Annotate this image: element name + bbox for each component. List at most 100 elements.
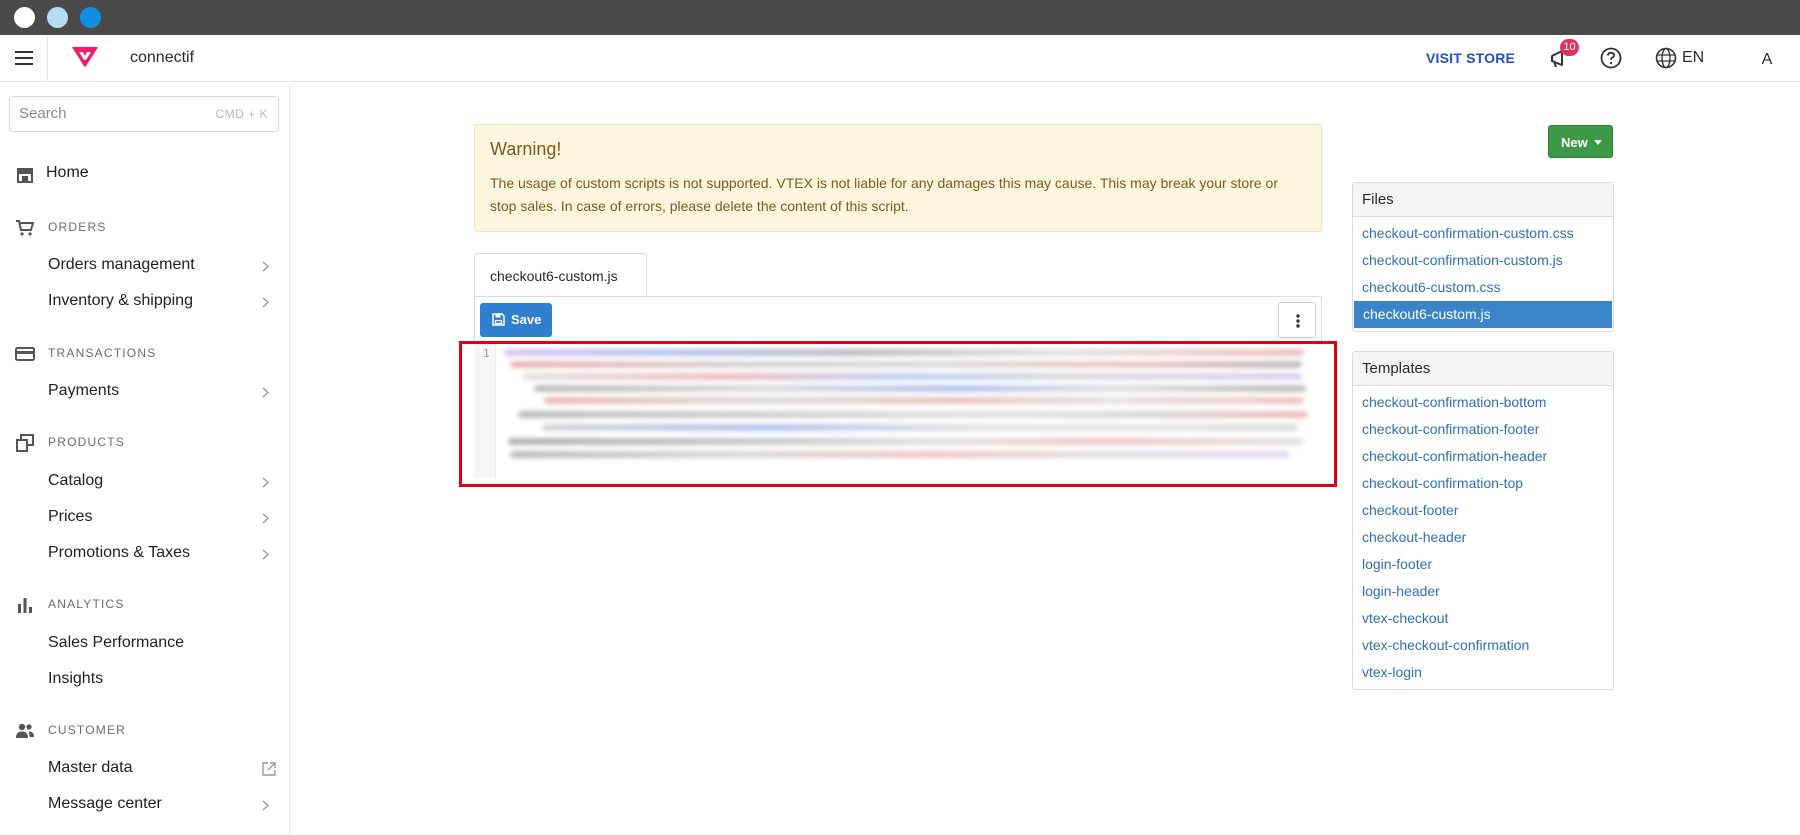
- save-button[interactable]: Save: [480, 303, 552, 337]
- help-icon[interactable]: [1600, 47, 1622, 69]
- new-button-label: New: [1561, 135, 1588, 150]
- file-item[interactable]: checkout6-custom.css: [1353, 274, 1613, 301]
- redacted-code-line: [544, 397, 1304, 404]
- visit-store-link[interactable]: VISIT STORE: [1426, 50, 1515, 66]
- section-label: CUSTOMER: [48, 723, 127, 737]
- templates-list: checkout-confirmation-bottom checkout-co…: [1353, 386, 1613, 689]
- warning-alert: Warning! The usage of custom scripts is …: [474, 124, 1322, 232]
- templates-panel: Templates checkout-confirmation-bottom c…: [1352, 351, 1614, 690]
- sidebar-section-orders: ORDERS: [0, 216, 290, 240]
- template-item[interactable]: checkout-confirmation-top: [1353, 470, 1613, 497]
- sidebar-item-label: Promotions & Taxes: [48, 544, 190, 561]
- template-item[interactable]: checkout-confirmation-footer: [1353, 416, 1613, 443]
- redacted-code-line: [510, 361, 1302, 368]
- template-item[interactable]: vtex-checkout-confirmation: [1353, 632, 1613, 659]
- floppy-disk-icon: [492, 313, 505, 326]
- template-item[interactable]: checkout-header: [1353, 524, 1613, 551]
- sidebar-item-label: Orders management: [48, 256, 195, 273]
- line-number: 1: [483, 347, 490, 360]
- tab-active-file[interactable]: checkout6-custom.js: [474, 253, 647, 297]
- window-title-bar: [0, 0, 1800, 35]
- redacted-code-line: [510, 451, 1290, 458]
- more-options-button[interactable]: [1278, 302, 1316, 338]
- section-label: TRANSACTIONS: [48, 346, 157, 360]
- template-item[interactable]: vtex-login: [1353, 659, 1613, 686]
- search-placeholder: Search: [19, 105, 67, 122]
- sidebar-item-catalog[interactable]: Catalog: [0, 471, 290, 495]
- sidebar-item-label: Sales Performance: [48, 634, 185, 651]
- sidebar-item-payments[interactable]: Payments: [0, 381, 290, 405]
- tab-label: checkout6-custom.js: [490, 268, 618, 284]
- file-item[interactable]: checkout-confirmation-custom.css: [1353, 220, 1613, 247]
- section-label: ANALYTICS: [48, 597, 125, 611]
- window-minimize-dot[interactable]: [47, 7, 68, 28]
- user-avatar[interactable]: A: [1754, 47, 1780, 73]
- store-name: connectif: [130, 49, 195, 66]
- file-item-active[interactable]: checkout6-custom.js: [1354, 301, 1612, 328]
- sidebar-item-label: Inventory & shipping: [48, 292, 193, 309]
- globe-icon[interactable]: [1655, 47, 1677, 69]
- sidebar-item-label: Master data: [48, 759, 133, 776]
- section-label: PRODUCTS: [48, 435, 125, 449]
- cart-icon: [16, 220, 35, 236]
- search-input[interactable]: Search CMD + K: [9, 96, 279, 132]
- store-icon: [17, 168, 33, 183]
- warning-message: The usage of custom scripts is not suppo…: [490, 175, 1278, 214]
- chevron-right-icon: [262, 549, 269, 560]
- sidebar-section-customer: CUSTOMER: [0, 719, 290, 743]
- vertical-ellipsis-icon: [1296, 314, 1300, 328]
- bar-chart-icon: [18, 598, 32, 613]
- window-close-dot[interactable]: [14, 7, 35, 28]
- chevron-right-icon: [262, 477, 269, 488]
- window-maximize-dot[interactable]: [80, 7, 101, 28]
- redacted-code-line: [508, 438, 1304, 445]
- hamburger-icon: [14, 51, 33, 65]
- template-item[interactable]: checkout-footer: [1353, 497, 1613, 524]
- sidebar-item-prices[interactable]: Prices: [0, 507, 290, 531]
- save-button-label: Save: [511, 312, 542, 327]
- menu-toggle-button[interactable]: [0, 35, 48, 81]
- sidebar-item-label: Payments: [48, 382, 120, 399]
- chevron-right-icon: [262, 387, 269, 398]
- sidebar-item-label: Prices: [48, 508, 93, 525]
- sidebar-section-products: PRODUCTS: [0, 431, 290, 455]
- template-item[interactable]: vtex-checkout: [1353, 605, 1613, 632]
- code-editor[interactable]: 1: [474, 341, 1322, 478]
- template-item[interactable]: login-footer: [1353, 551, 1613, 578]
- chevron-right-icon: [262, 297, 269, 308]
- template-item[interactable]: checkout-confirmation-header: [1353, 443, 1613, 470]
- users-icon: [16, 723, 34, 738]
- top-header: connectif VISIT STORE 10 EN A: [0, 35, 1800, 82]
- warning-title: Warning!: [490, 139, 562, 159]
- redacted-code-line: [522, 373, 1302, 380]
- sidebar-item-home[interactable]: Home: [0, 163, 290, 187]
- sidebar-item-message-center[interactable]: Message center: [0, 794, 290, 818]
- file-item[interactable]: checkout-confirmation-custom.js: [1353, 247, 1613, 274]
- sidebar-item-promotions-taxes[interactable]: Promotions & Taxes: [0, 543, 290, 567]
- caret-down-icon: [1594, 140, 1602, 145]
- sidebar-item-label: Insights: [48, 670, 104, 687]
- notification-badge: 10: [1560, 39, 1579, 56]
- vtex-logo-icon: [72, 47, 98, 67]
- redacted-code-line: [534, 385, 1306, 392]
- layers-icon: [16, 434, 34, 452]
- chevron-right-icon: [262, 261, 269, 272]
- sidebar-item-label: Home: [46, 164, 89, 181]
- sidebar-item-insights[interactable]: Insights: [0, 669, 290, 693]
- files-panel: Files checkout-confirmation-custom.css c…: [1352, 182, 1614, 332]
- new-button[interactable]: New: [1548, 125, 1613, 158]
- chevron-right-icon: [262, 513, 269, 524]
- template-item[interactable]: checkout-confirmation-bottom: [1353, 389, 1613, 416]
- section-label: ORDERS: [48, 220, 107, 234]
- search-shortcut-hint: CMD + K: [215, 107, 268, 121]
- language-selector[interactable]: EN: [1682, 49, 1704, 67]
- template-item[interactable]: login-header: [1353, 578, 1613, 605]
- line-number-gutter: 1: [474, 341, 496, 478]
- files-panel-title: Files: [1353, 183, 1613, 217]
- sidebar-item-master-data[interactable]: Master data: [0, 758, 290, 782]
- redacted-code-line: [504, 349, 1304, 356]
- sidebar-item-inventory-shipping[interactable]: Inventory & shipping: [0, 291, 290, 315]
- sidebar-item-orders-management[interactable]: Orders management: [0, 255, 290, 279]
- sidebar-item-sales-performance[interactable]: Sales Performance: [0, 633, 290, 657]
- sidebar-section-analytics: ANALYTICS: [0, 593, 290, 617]
